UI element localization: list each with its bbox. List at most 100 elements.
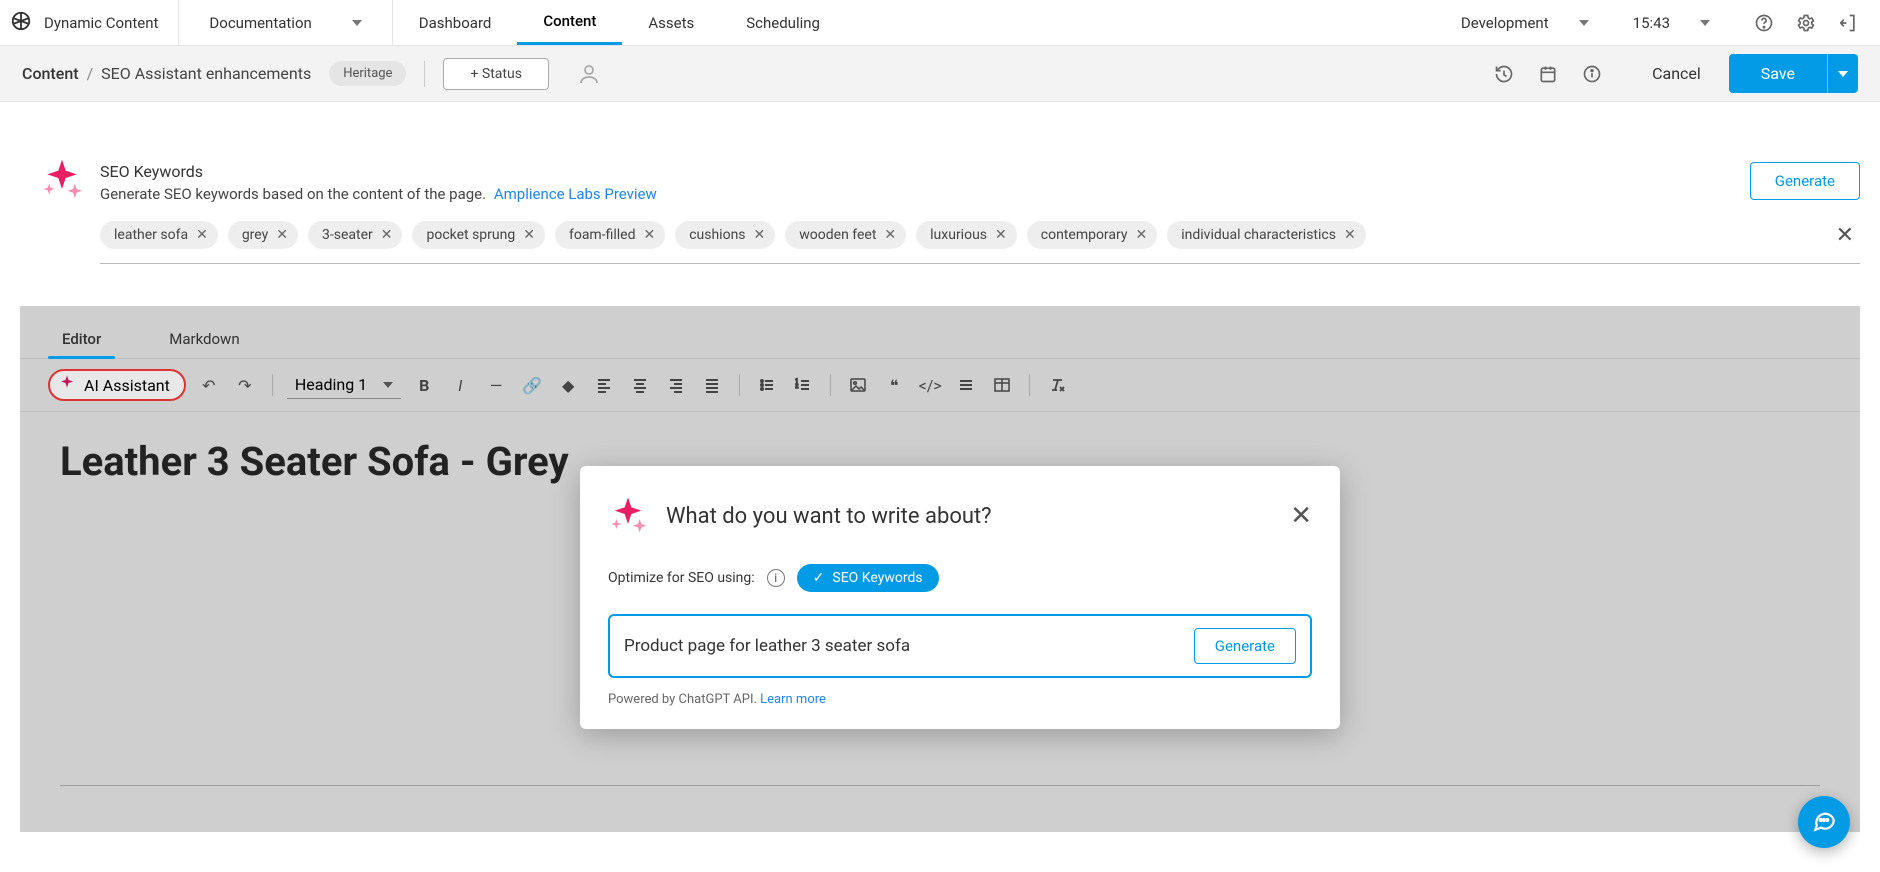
chat-fab[interactable]	[1798, 796, 1850, 848]
check-icon: ✓	[813, 570, 825, 586]
chevron-down-icon	[1700, 20, 1710, 26]
table-icon[interactable]	[989, 372, 1015, 398]
seo-tag-label: cushions	[689, 227, 745, 243]
ordered-list-icon[interactable]: 12	[790, 372, 816, 398]
environment-label: Development	[1461, 14, 1549, 32]
calendar-icon[interactable]	[1538, 64, 1558, 84]
nav-scheduling-label: Scheduling	[746, 14, 820, 32]
history-icon[interactable]	[1494, 64, 1514, 84]
seo-tag: grey✕	[228, 221, 298, 249]
seo-tag: luxurious ✕	[916, 221, 1017, 249]
tab-markdown[interactable]: Markdown	[155, 320, 253, 358]
heading-selector[interactable]: Heading 1	[287, 371, 401, 399]
hr-icon[interactable]	[953, 372, 979, 398]
chevron-down-icon	[1838, 71, 1848, 77]
breadcrumb-root[interactable]: Content	[22, 64, 79, 83]
breadcrumb-leaf: SEO Assistant enhancements	[101, 64, 311, 83]
sparkle-icon	[58, 374, 76, 396]
tab-markdown-label: Markdown	[169, 330, 239, 348]
anchor-icon[interactable]: ◆	[555, 372, 581, 398]
quote-icon[interactable]: ❝	[881, 372, 907, 398]
image-icon[interactable]	[845, 372, 871, 398]
toolbar-divider	[1029, 374, 1030, 396]
clear-format-icon[interactable]	[1044, 372, 1070, 398]
seo-tag: 3-seater✕	[308, 221, 402, 249]
seo-tag: pocket sprung✕	[412, 221, 545, 249]
nav-scheduling[interactable]: Scheduling	[720, 0, 846, 45]
cancel-button[interactable]: Cancel	[1630, 54, 1723, 93]
info-icon[interactable]: i	[767, 569, 785, 587]
seo-tag: individual characteristics✕	[1167, 221, 1365, 249]
remove-tag-icon[interactable]: ✕	[1344, 228, 1356, 242]
editor-panel: Editor Markdown AI Assistant ↶ ↷ Heading…	[20, 306, 1860, 832]
remove-tag-icon[interactable]: ✕	[643, 228, 655, 242]
remove-tag-icon[interactable]: ✕	[884, 228, 896, 242]
documentation-menu[interactable]: Documentation	[179, 0, 392, 45]
tab-editor-label: Editor	[62, 330, 101, 348]
clear-all-tags-icon[interactable]: ✕	[1830, 223, 1860, 248]
brand[interactable]: Dynamic Content	[0, 0, 179, 45]
brand-name: Dynamic Content	[44, 14, 158, 32]
redo-icon[interactable]: ↷	[232, 372, 258, 398]
ai-prompt-input[interactable]	[624, 636, 1180, 656]
ai-modal-footer: Powered by ChatGPT API. Learn more	[608, 692, 1312, 707]
remove-tag-icon[interactable]: ✕	[754, 228, 766, 242]
ai-learn-more-link[interactable]: Learn more	[760, 692, 826, 707]
seo-generate-button[interactable]: Generate	[1750, 162, 1860, 200]
code-icon[interactable]: </>	[917, 372, 943, 398]
documentation-label: Documentation	[209, 14, 311, 32]
align-right-icon[interactable]	[663, 372, 689, 398]
save-more-button[interactable]	[1827, 54, 1858, 93]
content-type-chip: Heritage	[329, 61, 406, 86]
close-icon[interactable]: ✕	[1290, 501, 1312, 531]
seo-keywords-chip[interactable]: ✓ SEO Keywords	[797, 564, 939, 592]
bold-icon[interactable]: B	[411, 372, 437, 398]
seo-tag: cushions ✕	[675, 221, 775, 249]
save-group: Save	[1729, 54, 1858, 93]
toolbar-divider	[272, 374, 273, 396]
italic-icon[interactable]: I	[447, 372, 473, 398]
remove-tag-icon[interactable]: ✕	[523, 228, 535, 242]
environment-selector[interactable]: Development	[1439, 14, 1611, 32]
logout-icon[interactable]	[1838, 13, 1858, 33]
help-icon[interactable]	[1754, 13, 1774, 33]
remove-tag-icon[interactable]: ✕	[1136, 228, 1148, 242]
align-center-icon[interactable]	[627, 372, 653, 398]
time-selector[interactable]: 15:43	[1611, 14, 1732, 32]
info-icon[interactable]	[1582, 64, 1602, 84]
user-avatar-icon[interactable]	[575, 60, 603, 88]
remove-tag-icon[interactable]: ✕	[995, 228, 1007, 242]
seo-tag: foam-filled✕	[555, 221, 665, 249]
tab-editor[interactable]: Editor	[48, 320, 115, 358]
chevron-down-icon	[1579, 20, 1589, 26]
save-button[interactable]: Save	[1729, 54, 1827, 93]
seo-chip-label: SEO Keywords	[832, 570, 922, 586]
nav-assets[interactable]: Assets	[622, 0, 720, 45]
nav-dashboard[interactable]: Dashboard	[393, 0, 518, 45]
seo-tag-label: luxurious	[930, 227, 987, 243]
seo-subtitle-text: Generate SEO keywords based on the conte…	[100, 185, 486, 203]
ai-generate-button[interactable]: Generate	[1194, 628, 1296, 664]
remove-tag-icon[interactable]: ✕	[196, 228, 208, 242]
align-left-icon[interactable]	[591, 372, 617, 398]
nav-content[interactable]: Content	[517, 0, 622, 45]
strikethrough-icon[interactable]: —	[483, 372, 509, 398]
remove-tag-icon[interactable]: ✕	[276, 228, 288, 242]
add-status-button[interactable]: + Status	[443, 58, 548, 90]
seo-preview-link[interactable]: Amplience Labs Preview	[494, 185, 657, 203]
ai-assistant-button[interactable]: AI Assistant	[48, 369, 186, 401]
sub-header: Content / SEO Assistant enhancements Her…	[0, 46, 1880, 102]
nav-content-label: Content	[543, 12, 596, 30]
seo-tags: leather sofa✕grey✕3-seater✕pocket sprung…	[100, 221, 1860, 249]
undo-icon[interactable]: ↶	[196, 372, 222, 398]
primary-nav: Dashboard Content Assets Scheduling	[393, 0, 846, 45]
seo-tag: wooden feet✕	[785, 221, 906, 249]
seo-tag-label: contemporary	[1041, 227, 1128, 243]
ai-assistant-modal: What do you want to write about? ✕ Optim…	[580, 466, 1340, 729]
remove-tag-icon[interactable]: ✕	[381, 228, 393, 242]
editor-mode-tabs: Editor Markdown	[20, 306, 1860, 358]
align-justify-icon[interactable]	[699, 372, 725, 398]
bullet-list-icon[interactable]	[754, 372, 780, 398]
link-icon[interactable]: 🔗	[519, 372, 545, 398]
gear-icon[interactable]	[1796, 13, 1816, 33]
